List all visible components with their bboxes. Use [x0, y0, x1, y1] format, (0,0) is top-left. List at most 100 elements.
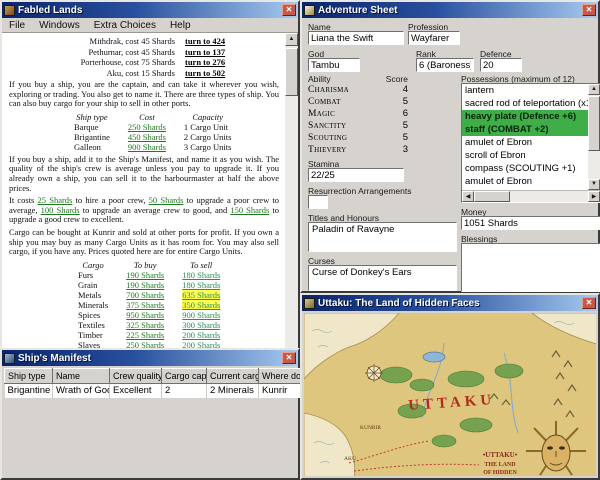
menu-file[interactable]: File	[2, 19, 32, 32]
column-header-ship-type[interactable]: Ship type	[5, 369, 53, 384]
profession-field[interactable]	[408, 31, 460, 45]
buy-cargo-link[interactable]: 950 Shards	[126, 310, 164, 320]
blessings-field[interactable]	[461, 243, 600, 292]
sell-cargo-link[interactable]: 300 Shards	[182, 320, 220, 330]
turn-to-link[interactable]: turn to 424	[185, 36, 225, 47]
paragraph: Cargo can be bought at Kunrir and sold a…	[9, 228, 279, 257]
uttaku-map-title: Uttaku: The Land of Hidden Faces	[318, 298, 480, 309]
map-caption: THE LAND	[484, 462, 516, 468]
buy-ship-link[interactable]: 900 Shards	[128, 142, 166, 152]
scrollbar-track[interactable]	[588, 95, 600, 179]
ability-row: Combat5	[308, 96, 408, 108]
sell-cargo-link[interactable]: 180 Shards	[182, 270, 220, 280]
cell-current-cargo: 2 Minerals	[207, 384, 259, 398]
menu-extra-choices[interactable]: Extra Choices	[87, 19, 163, 32]
scroll-up-icon[interactable]: ▲	[588, 84, 600, 95]
buy-cargo-link[interactable]: 325 Shards	[126, 320, 164, 330]
possession-item[interactable]: staff (COMBAT +2)	[462, 123, 588, 136]
uttaku-map-titlebar[interactable]: Uttaku: The Land of Hidden Faces ✕	[302, 295, 598, 311]
crew-cost-link[interactable]: 150 Shards	[230, 205, 269, 215]
ability-label: Ability	[308, 74, 331, 84]
table-row: Barque 250 Shards 1 Cargo Unit	[65, 122, 240, 132]
buy-ship-link[interactable]: 250 Shards	[128, 122, 166, 132]
paragraph: If you buy a ship, add it to the Ship's …	[9, 155, 279, 193]
close-icon[interactable]: ✕	[282, 4, 296, 16]
sell-cargo-link[interactable]: 200 Shards	[182, 330, 220, 340]
menu-help[interactable]: Help	[163, 19, 198, 32]
column-header-name[interactable]: Name	[53, 369, 110, 384]
possession-item[interactable]: scroll of Ebron	[462, 149, 588, 162]
scrollbar-thumb[interactable]	[588, 96, 600, 151]
turn-to-link[interactable]: turn to 137	[185, 47, 225, 58]
possession-item[interactable]: sacred rod of teleportation (x1 charges	[462, 97, 588, 110]
close-icon[interactable]: ✕	[582, 297, 596, 309]
buy-cargo-link[interactable]: 225 Shards	[126, 330, 164, 340]
close-icon[interactable]: ✕	[282, 352, 296, 364]
column-header-crew-quality[interactable]: Crew quality	[110, 369, 162, 384]
ability-name: Thievery	[308, 144, 347, 156]
adventure-sheet-titlebar[interactable]: Adventure Sheet ✕	[302, 2, 598, 18]
uttaku-map-canvas: UTTAKU AKU KUNRIR •UTTAKU• THE	[304, 313, 596, 476]
turn-to-link[interactable]: turn to 276	[185, 57, 225, 68]
adventure-sheet-title: Adventure Sheet	[318, 5, 397, 16]
scrollbar-track[interactable]	[474, 191, 588, 202]
close-icon[interactable]: ✕	[582, 4, 596, 16]
buy-cargo-link[interactable]: 700 Shards	[126, 290, 164, 300]
titles-field[interactable]: Paladin of Ravayne	[308, 222, 457, 252]
curses-field[interactable]: Curse of Donkey's Ears	[308, 265, 457, 291]
ability-name: Scouting	[308, 132, 347, 144]
ship-type: Brigantine	[65, 132, 119, 142]
scrollbar-thumb[interactable]	[474, 191, 510, 202]
ship-capacity: 3 Cargo Units	[175, 142, 241, 152]
crew-cost-link[interactable]: 25 Shards	[38, 195, 73, 205]
scroll-up-icon[interactable]: ▲	[285, 33, 298, 46]
column-header-current-cargo[interactable]: Current cargo	[207, 369, 259, 384]
sell-cargo-link[interactable]: 180 Shards	[182, 280, 220, 290]
ships-manifest-titlebar[interactable]: Ship's Manifest ✕	[2, 350, 298, 366]
sell-cargo-link[interactable]: 900 Shards	[182, 310, 220, 320]
buy-ship-link[interactable]: 450 Shards	[128, 132, 166, 142]
name-field[interactable]	[308, 31, 404, 45]
buy-cargo-link[interactable]: 375 Shards	[126, 300, 164, 310]
possessions-hscrollbar[interactable]: ◀ ▶	[462, 190, 600, 202]
port-line: Porterhouse, cost 75 Shards turn to 276	[9, 57, 279, 68]
buy-cargo-link[interactable]: 190 Shards	[126, 280, 164, 290]
port-name: Aku, cost 15 Shards	[9, 68, 175, 79]
column-header-cargo-cap[interactable]: Cargo cap.	[162, 369, 207, 384]
scrollbar-thumb[interactable]	[285, 48, 298, 96]
scroll-right-icon[interactable]: ▶	[588, 191, 600, 202]
map-caption: OF HIDDEN	[483, 470, 517, 476]
cell-where-docked: Kunrir	[259, 384, 301, 398]
scroll-left-icon[interactable]: ◀	[462, 191, 474, 202]
possession-item[interactable]: amulet of Ebron	[462, 175, 588, 188]
possession-item[interactable]: heavy plate (Defence +6)	[462, 110, 588, 123]
possession-item[interactable]: lantern	[462, 84, 588, 97]
ability-name: Charisma	[308, 84, 349, 96]
table-row: Galleon 900 Shards 3 Cargo Units	[65, 142, 240, 152]
menu-windows[interactable]: Windows	[32, 19, 87, 32]
fabled-lands-titlebar[interactable]: Fabled Lands ✕	[2, 2, 298, 18]
cargo-name: Textiles	[69, 320, 117, 330]
possession-item[interactable]: amulet of Ebron	[462, 136, 588, 149]
sell-cargo-link[interactable]: 635 Shards	[182, 290, 220, 300]
stamina-field[interactable]	[308, 168, 404, 182]
table-row: Grain 190 Shards 180 Shards	[69, 280, 229, 290]
rank-field[interactable]	[416, 58, 474, 72]
buy-cargo-link[interactable]: 190 Shards	[126, 270, 164, 280]
possessions-scrollbar[interactable]: ▲ ▼	[588, 84, 600, 190]
possession-item[interactable]: compass (SCOUTING +1)	[462, 162, 588, 175]
crew-cost-link[interactable]: 50 Shards	[149, 195, 184, 205]
defence-field[interactable]	[480, 58, 522, 72]
god-field[interactable]	[308, 58, 360, 72]
resurrection-field[interactable]	[308, 195, 328, 209]
scroll-down-icon[interactable]: ▼	[588, 179, 600, 190]
menu-bar: File Windows Extra Choices Help	[2, 18, 298, 33]
money-field[interactable]	[461, 216, 600, 230]
cargo-name: Spices	[69, 310, 117, 320]
table-row[interactable]: Brigantine Wrath of God Excellent 2 2 Mi…	[5, 384, 301, 398]
sell-cargo-link[interactable]: 350 Shards	[182, 300, 220, 310]
crew-cost-link[interactable]: 100 Shards	[41, 205, 80, 215]
column-header-where-docked[interactable]: Where docked	[259, 369, 301, 384]
turn-to-link[interactable]: turn to 502	[185, 68, 225, 79]
port-name: Mithdrak, cost 45 Shards	[9, 36, 175, 47]
